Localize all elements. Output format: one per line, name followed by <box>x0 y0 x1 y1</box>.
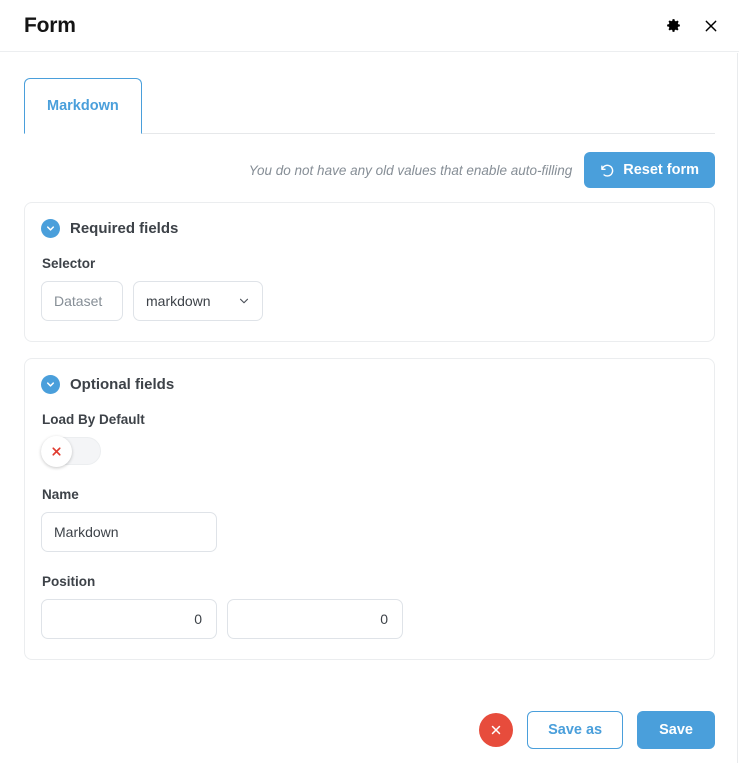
position-field-row <box>41 599 698 639</box>
optional-fields-header[interactable]: Optional fields <box>41 375 698 394</box>
chevron-down-circle-icon <box>41 219 60 238</box>
position-x-input[interactable] <box>41 599 217 639</box>
tab-markdown[interactable]: Markdown <box>24 78 142 134</box>
close-icon[interactable] <box>699 14 723 38</box>
autofill-note: You do not have any old values that enab… <box>248 162 573 178</box>
selector-type-select[interactable]: markdown <box>133 281 263 321</box>
name-label: Name <box>42 487 79 502</box>
form-dialog: Form Markdown You do not have any old va <box>0 0 739 763</box>
load-by-default-toggle[interactable] <box>41 436 101 467</box>
save-button[interactable]: Save <box>637 711 715 749</box>
cross-icon <box>52 447 61 456</box>
reset-form-button[interactable]: Reset form <box>584 152 715 188</box>
chevron-down-icon-glyph <box>46 226 55 231</box>
position-label: Position <box>42 574 96 589</box>
gear-icon[interactable] <box>661 14 685 38</box>
selector-field-row: markdown <box>41 281 698 321</box>
chevron-down-icon <box>237 294 251 308</box>
close-icon-glyph <box>705 20 717 31</box>
save-as-button[interactable]: Save as <box>527 711 624 749</box>
dataset-input[interactable] <box>41 281 123 321</box>
dialog-body: Markdown You do not have any old values … <box>0 52 739 763</box>
dialog-footer: Save as Save <box>479 711 715 749</box>
chevron-down-icon-glyph <box>46 382 55 387</box>
close-icon <box>491 725 501 735</box>
selector-type-value: markdown <box>146 293 211 309</box>
reset-form-label: Reset form <box>623 162 699 178</box>
selector-label: Selector <box>42 256 96 271</box>
chevron-down-circle-icon <box>41 375 60 394</box>
reset-form-row: You do not have any old values that enab… <box>24 134 715 202</box>
chevron-down-icon-glyph <box>239 298 249 304</box>
optional-fields-card: Optional fields Load By Default Name Pos… <box>24 358 715 660</box>
required-fields-title: Required fields <box>70 220 179 237</box>
titlebar-actions <box>661 14 723 38</box>
name-input[interactable] <box>41 512 217 552</box>
cancel-button[interactable] <box>479 713 514 747</box>
toggle-knob <box>41 436 72 467</box>
gear-icon-glyph <box>666 19 680 32</box>
required-fields-header[interactable]: Required fields <box>41 219 698 238</box>
required-fields-card: Required fields Selector markdown <box>24 202 715 342</box>
optional-fields-title: Optional fields <box>70 376 175 393</box>
rotate-ccw-icon <box>601 164 614 177</box>
page-title: Form <box>24 13 76 37</box>
position-y-input[interactable] <box>227 599 403 639</box>
tab-bar: Markdown <box>24 78 715 134</box>
load-by-default-label: Load By Default <box>42 412 145 427</box>
dialog-titlebar: Form <box>0 0 739 52</box>
